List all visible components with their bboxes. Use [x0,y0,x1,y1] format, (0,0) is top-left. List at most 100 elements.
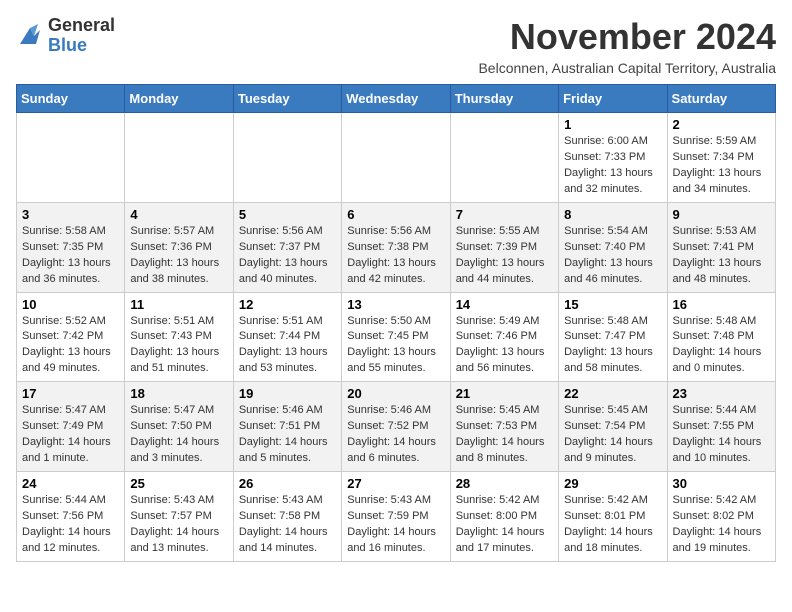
day-number: 16 [673,297,770,312]
day-number: 26 [239,476,336,491]
day-detail: Sunrise: 5:51 AM Sunset: 7:43 PM Dayligh… [130,314,227,378]
day-detail: Sunrise: 5:43 AM Sunset: 7:57 PM Dayligh… [130,493,227,557]
day-number: 6 [347,207,444,222]
calendar-cell: 15 Sunrise: 5:48 AM Sunset: 7:47 PM Dayli… [559,292,667,382]
location: Belconnen, Australian Capital Territory,… [478,60,776,76]
calendar-cell: 30 Sunrise: 5:42 AM Sunset: 8:02 PM Dayli… [667,472,775,562]
day-detail: Sunrise: 5:52 AM Sunset: 7:42 PM Dayligh… [22,314,119,378]
day-number: 1 [564,117,661,132]
day-number: 20 [347,386,444,401]
day-detail: Sunrise: 5:57 AM Sunset: 7:36 PM Dayligh… [130,224,227,288]
calendar-table: SundayMondayTuesdayWednesdayThursdayFrid… [16,84,776,562]
day-detail: Sunrise: 5:46 AM Sunset: 7:52 PM Dayligh… [347,403,444,467]
day-detail: Sunrise: 5:44 AM Sunset: 7:56 PM Dayligh… [22,493,119,557]
day-detail: Sunrise: 5:47 AM Sunset: 7:50 PM Dayligh… [130,403,227,467]
calendar-cell: 22 Sunrise: 5:45 AM Sunset: 7:54 PM Dayli… [559,382,667,472]
calendar-cell: 3Sunrise: 5:58 AM Sunset: 7:35 PM Daylig… [17,202,125,292]
calendar-cell: 21Sunrise: 5:45 AM Sunset: 7:53 PM Dayli… [450,382,558,472]
day-number: 13 [347,297,444,312]
calendar-cell: 12 Sunrise: 5:51 AM Sunset: 7:44 PM Dayli… [233,292,341,382]
calendar-cell: 7Sunrise: 5:55 AM Sunset: 7:39 PM Daylig… [450,202,558,292]
calendar-cell [125,113,233,203]
logo-text: General Blue [48,16,115,56]
calendar-cell: 28 Sunrise: 5:42 AM Sunset: 8:00 PM Dayli… [450,472,558,562]
calendar-cell: 25 Sunrise: 5:43 AM Sunset: 7:57 PM Dayli… [125,472,233,562]
day-number: 24 [22,476,119,491]
day-detail: Sunrise: 5:47 AM Sunset: 7:49 PM Dayligh… [22,403,119,467]
day-number: 19 [239,386,336,401]
calendar-header: SundayMondayTuesdayWednesdayThursdayFrid… [17,85,776,113]
day-number: 25 [130,476,227,491]
calendar-week-4: 17 Sunrise: 5:47 AM Sunset: 7:49 PM Dayli… [17,382,776,472]
day-detail: Sunrise: 5:43 AM Sunset: 7:59 PM Dayligh… [347,493,444,557]
col-header-friday: Friday [559,85,667,113]
col-header-tuesday: Tuesday [233,85,341,113]
day-number: 29 [564,476,661,491]
day-number: 23 [673,386,770,401]
day-detail: Sunrise: 5:54 AM Sunset: 7:40 PM Dayligh… [564,224,661,288]
calendar-cell: 9 Sunrise: 5:53 AM Sunset: 7:41 PM Daylig… [667,202,775,292]
day-detail: Sunrise: 5:42 AM Sunset: 8:02 PM Dayligh… [673,493,770,557]
day-detail: Sunrise: 5:42 AM Sunset: 8:00 PM Dayligh… [456,493,553,557]
day-detail: Sunrise: 5:49 AM Sunset: 7:46 PM Dayligh… [456,314,553,378]
calendar-cell: 14 Sunrise: 5:49 AM Sunset: 7:46 PM Dayli… [450,292,558,382]
day-number: 5 [239,207,336,222]
day-detail: Sunrise: 5:48 AM Sunset: 7:48 PM Dayligh… [673,314,770,378]
day-number: 10 [22,297,119,312]
day-detail: Sunrise: 5:53 AM Sunset: 7:41 PM Dayligh… [673,224,770,288]
col-header-wednesday: Wednesday [342,85,450,113]
day-detail: Sunrise: 5:59 AM Sunset: 7:34 PM Dayligh… [673,134,770,198]
day-number: 3 [22,207,119,222]
col-header-thursday: Thursday [450,85,558,113]
day-detail: Sunrise: 5:48 AM Sunset: 7:47 PM Dayligh… [564,314,661,378]
calendar-cell: 2 Sunrise: 5:59 AM Sunset: 7:34 PM Daylig… [667,113,775,203]
calendar-week-5: 24 Sunrise: 5:44 AM Sunset: 7:56 PM Dayli… [17,472,776,562]
col-header-saturday: Saturday [667,85,775,113]
day-number: 15 [564,297,661,312]
day-number: 8 [564,207,661,222]
calendar-cell: 13 Sunrise: 5:50 AM Sunset: 7:45 PM Dayli… [342,292,450,382]
day-number: 22 [564,386,661,401]
day-number: 12 [239,297,336,312]
calendar-cell: 16 Sunrise: 5:48 AM Sunset: 7:48 PM Dayli… [667,292,775,382]
calendar-cell: 20 Sunrise: 5:46 AM Sunset: 7:52 PM Dayli… [342,382,450,472]
day-number: 14 [456,297,553,312]
calendar-cell [342,113,450,203]
calendar-week-3: 10 Sunrise: 5:52 AM Sunset: 7:42 PM Dayli… [17,292,776,382]
col-header-monday: Monday [125,85,233,113]
calendar-cell: 23Sunrise: 5:44 AM Sunset: 7:55 PM Dayli… [667,382,775,472]
logo: General Blue [16,16,115,56]
col-header-sunday: Sunday [17,85,125,113]
day-number: 30 [673,476,770,491]
day-number: 4 [130,207,227,222]
day-number: 17 [22,386,119,401]
day-number: 11 [130,297,227,312]
day-number: 9 [673,207,770,222]
calendar-cell: 11 Sunrise: 5:51 AM Sunset: 7:43 PM Dayli… [125,292,233,382]
calendar-cell: 8 Sunrise: 5:54 AM Sunset: 7:40 PM Daylig… [559,202,667,292]
calendar-cell: 29 Sunrise: 5:42 AM Sunset: 8:01 PM Dayli… [559,472,667,562]
calendar-week-1: 1Sunrise: 6:00 AM Sunset: 7:33 PM Daylig… [17,113,776,203]
day-detail: Sunrise: 5:42 AM Sunset: 8:01 PM Dayligh… [564,493,661,557]
day-number: 27 [347,476,444,491]
page-header: General Blue November 2024 Belconnen, Au… [16,16,776,76]
calendar-cell: 6 Sunrise: 5:56 AM Sunset: 7:38 PM Daylig… [342,202,450,292]
day-detail: Sunrise: 5:56 AM Sunset: 7:37 PM Dayligh… [239,224,336,288]
calendar-cell: 4 Sunrise: 5:57 AM Sunset: 7:36 PM Daylig… [125,202,233,292]
calendar-cell: 19 Sunrise: 5:46 AM Sunset: 7:51 PM Dayli… [233,382,341,472]
day-detail: Sunrise: 5:50 AM Sunset: 7:45 PM Dayligh… [347,314,444,378]
day-detail: Sunrise: 5:51 AM Sunset: 7:44 PM Dayligh… [239,314,336,378]
title-block: November 2024 Belconnen, Australian Capi… [478,16,776,76]
calendar-week-2: 3Sunrise: 5:58 AM Sunset: 7:35 PM Daylig… [17,202,776,292]
month-title: November 2024 [478,16,776,58]
day-detail: Sunrise: 5:56 AM Sunset: 7:38 PM Dayligh… [347,224,444,288]
calendar-cell: 5 Sunrise: 5:56 AM Sunset: 7:37 PM Daylig… [233,202,341,292]
day-number: 18 [130,386,227,401]
day-number: 28 [456,476,553,491]
day-detail: Sunrise: 5:45 AM Sunset: 7:54 PM Dayligh… [564,403,661,467]
calendar-cell: 26Sunrise: 5:43 AM Sunset: 7:58 PM Dayli… [233,472,341,562]
day-detail: Sunrise: 5:55 AM Sunset: 7:39 PM Dayligh… [456,224,553,288]
day-number: 2 [673,117,770,132]
calendar-cell [450,113,558,203]
day-detail: Sunrise: 5:46 AM Sunset: 7:51 PM Dayligh… [239,403,336,467]
